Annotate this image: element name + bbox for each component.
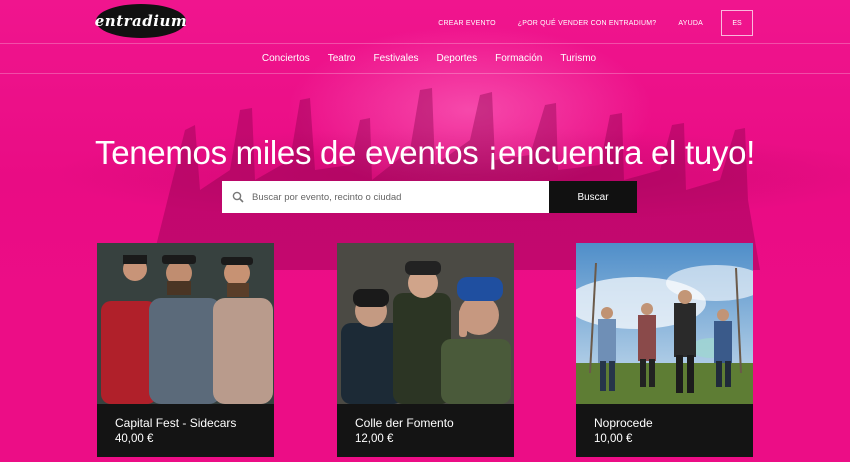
event-price: 10,00 € <box>594 433 633 445</box>
event-card[interactable]: Capital Fest - Sidecars 40,00 € <box>97 243 274 457</box>
logo-text: entradium <box>94 12 188 30</box>
category-nav: Conciertos Teatro Festivales Deportes Fo… <box>0 44 850 74</box>
language-selector[interactable]: ES <box>721 10 753 36</box>
event-card[interactable]: Colle der Fomento 12,00 € <box>337 243 514 457</box>
event-image <box>576 243 753 404</box>
search-button[interactable]: Buscar <box>549 181 637 213</box>
search-field <box>222 181 549 213</box>
help-link[interactable]: AYUDA <box>678 20 703 27</box>
nav-item-teatro[interactable]: Teatro <box>328 53 356 64</box>
event-image <box>97 243 274 404</box>
nav-item-formacion[interactable]: Formación <box>495 53 542 64</box>
nav-item-conciertos[interactable]: Conciertos <box>262 53 310 64</box>
top-links: CREAR EVENTO ¿POR QUÉ VENDER CON ENTRADI… <box>416 10 753 36</box>
event-price: 40,00 € <box>115 433 154 445</box>
hero-headline: Tenemos miles de eventos ¡encuentra el t… <box>95 134 755 171</box>
nav-item-festivales[interactable]: Festivales <box>374 53 419 64</box>
search-input[interactable] <box>252 191 532 203</box>
search-icon <box>232 191 244 203</box>
top-bar: entradium CREAR EVENTO ¿POR QUÉ VENDER C… <box>0 0 850 44</box>
search-bar: Buscar <box>222 181 637 213</box>
entradium-logo[interactable]: entradium <box>94 4 188 38</box>
event-info: Capital Fest - Sidecars 40,00 € <box>97 404 274 445</box>
why-sell-link[interactable]: ¿POR QUÉ VENDER CON ENTRADIUM? <box>518 20 657 27</box>
event-image <box>337 243 514 404</box>
event-title: Colle der Fomento <box>355 416 454 430</box>
event-title: Capital Fest - Sidecars <box>115 416 237 430</box>
nav-item-turismo[interactable]: Turismo <box>560 53 596 64</box>
event-info: Colle der Fomento 12,00 € <box>337 404 514 445</box>
event-card[interactable]: Noprocede 10,00 € <box>576 243 753 457</box>
create-event-link[interactable]: CREAR EVENTO <box>438 20 496 27</box>
nav-item-deportes[interactable]: Deportes <box>437 53 478 64</box>
event-info: Noprocede 10,00 € <box>576 404 753 445</box>
event-title: Noprocede <box>594 416 653 430</box>
event-price: 12,00 € <box>355 433 394 445</box>
